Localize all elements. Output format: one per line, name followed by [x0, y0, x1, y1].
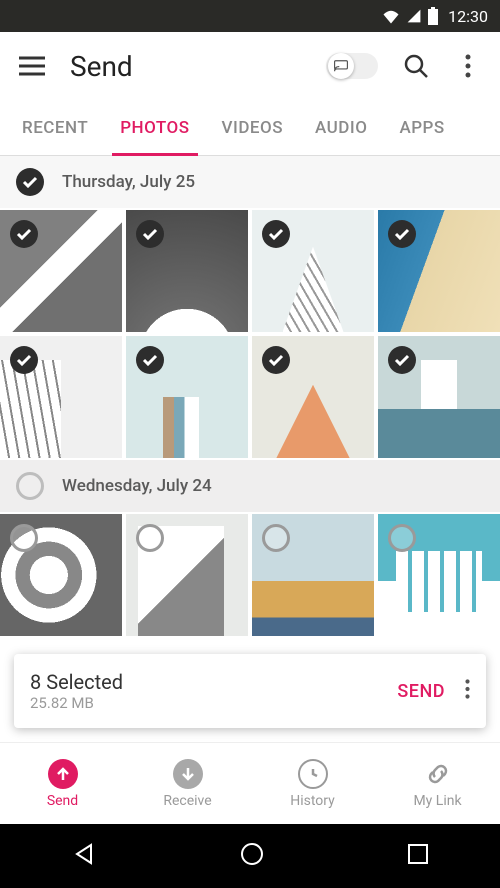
selection-badge[interactable] [136, 220, 164, 248]
photo-thumbnail[interactable] [252, 336, 374, 458]
selection-badge[interactable] [388, 346, 416, 374]
cast-toggle[interactable] [326, 53, 378, 79]
status-time: 12:30 [448, 7, 488, 26]
app-bar: Send [0, 32, 500, 100]
date-label: Thursday, July 25 [62, 172, 195, 192]
menu-button[interactable] [18, 52, 46, 80]
selection-size: 25.82 MB [30, 694, 123, 712]
more-vert-icon [465, 54, 471, 78]
send-button[interactable]: SEND [385, 673, 457, 710]
home-button[interactable] [239, 841, 265, 871]
recents-button[interactable] [407, 843, 429, 869]
check-icon [268, 354, 284, 366]
bottom-tab-history[interactable]: History [250, 743, 375, 824]
check-icon [16, 354, 32, 366]
selection-badge[interactable] [10, 346, 38, 374]
status-bar: 12:30 [0, 0, 500, 32]
wifi-icon [382, 8, 400, 24]
bottom-tab-label: My Link [413, 793, 461, 809]
selection-badge[interactable] [262, 524, 290, 552]
photo-thumbnail[interactable] [0, 336, 122, 458]
photo-thumbnail[interactable] [378, 210, 500, 332]
photo-thumbnail[interactable] [0, 514, 122, 636]
tab-videos[interactable]: VIDEOS [206, 100, 300, 155]
check-icon [142, 228, 158, 240]
cell-signal-icon [406, 8, 422, 24]
check-icon [22, 176, 38, 188]
android-nav-bar [0, 824, 500, 888]
search-button[interactable] [402, 52, 430, 80]
recents-icon [407, 843, 429, 865]
check-icon [394, 354, 410, 366]
date-header[interactable]: Thursday, July 25 [0, 156, 500, 208]
overflow-button[interactable] [454, 52, 482, 80]
battery-icon [428, 7, 438, 25]
selection-badge[interactable] [136, 346, 164, 374]
selection-badge[interactable] [388, 220, 416, 248]
bottom-tab-receive[interactable]: Receive [125, 743, 250, 824]
photo-grid [0, 208, 500, 460]
selection-badge[interactable] [10, 220, 38, 248]
more-vert-icon [465, 678, 470, 700]
select-all-checkbox[interactable] [16, 472, 44, 500]
check-icon [142, 354, 158, 366]
date-label: Wednesday, July 24 [62, 476, 212, 496]
tab-recent[interactable]: RECENT [6, 100, 104, 155]
photo-thumbnail[interactable] [126, 210, 248, 332]
home-icon [239, 841, 265, 867]
selection-badge[interactable] [262, 220, 290, 248]
cast-icon [334, 60, 348, 72]
photo-thumbnail[interactable] [0, 210, 122, 332]
tab-label: PHOTOS [120, 118, 189, 138]
photo-thumbnail[interactable] [378, 336, 500, 458]
photo-thumbnail[interactable] [126, 514, 248, 636]
category-tabs: RECENT PHOTOS VIDEOS AUDIO APPS [0, 100, 500, 156]
link-icon [425, 761, 451, 787]
hamburger-icon [19, 56, 45, 76]
photo-grid [0, 512, 500, 638]
bottom-nav: Send Receive History My Link [0, 742, 500, 824]
arrow-up-icon [55, 766, 71, 782]
tab-label: AUDIO [315, 118, 367, 138]
selection-badge[interactable] [262, 346, 290, 374]
bottom-tab-mylink[interactable]: My Link [375, 743, 500, 824]
check-icon [268, 228, 284, 240]
photo-thumbnail[interactable] [126, 336, 248, 458]
photo-thumbnail[interactable] [378, 514, 500, 636]
bottom-tab-send[interactable]: Send [0, 743, 125, 824]
search-icon [403, 53, 429, 79]
clock-icon [304, 765, 322, 783]
check-icon [394, 228, 410, 240]
selection-bar: 8 Selected 25.82 MB SEND [14, 654, 486, 728]
back-icon [71, 841, 97, 867]
selection-badge[interactable] [10, 524, 38, 552]
arrow-down-icon [180, 766, 196, 782]
tab-photos[interactable]: PHOTOS [104, 100, 205, 155]
tab-label: RECENT [22, 118, 88, 138]
tab-label: VIDEOS [222, 118, 284, 138]
page-title: Send [70, 50, 302, 83]
tab-label: APPS [399, 118, 444, 138]
tab-audio[interactable]: AUDIO [299, 100, 383, 155]
date-header[interactable]: Wednesday, July 24 [0, 460, 500, 512]
photo-thumbnail[interactable] [252, 210, 374, 332]
selection-badge[interactable] [388, 524, 416, 552]
selection-badge[interactable] [136, 524, 164, 552]
bottom-tab-label: History [290, 793, 335, 809]
back-button[interactable] [71, 841, 97, 871]
bottom-tab-label: Send [47, 793, 78, 809]
selection-count: 8 Selected [30, 670, 123, 694]
select-all-checkbox[interactable] [16, 168, 44, 196]
bottom-tab-label: Receive [163, 793, 211, 809]
tab-apps[interactable]: APPS [383, 100, 460, 155]
selection-overflow-button[interactable] [465, 678, 470, 704]
photo-thumbnail[interactable] [252, 514, 374, 636]
check-icon [16, 228, 32, 240]
